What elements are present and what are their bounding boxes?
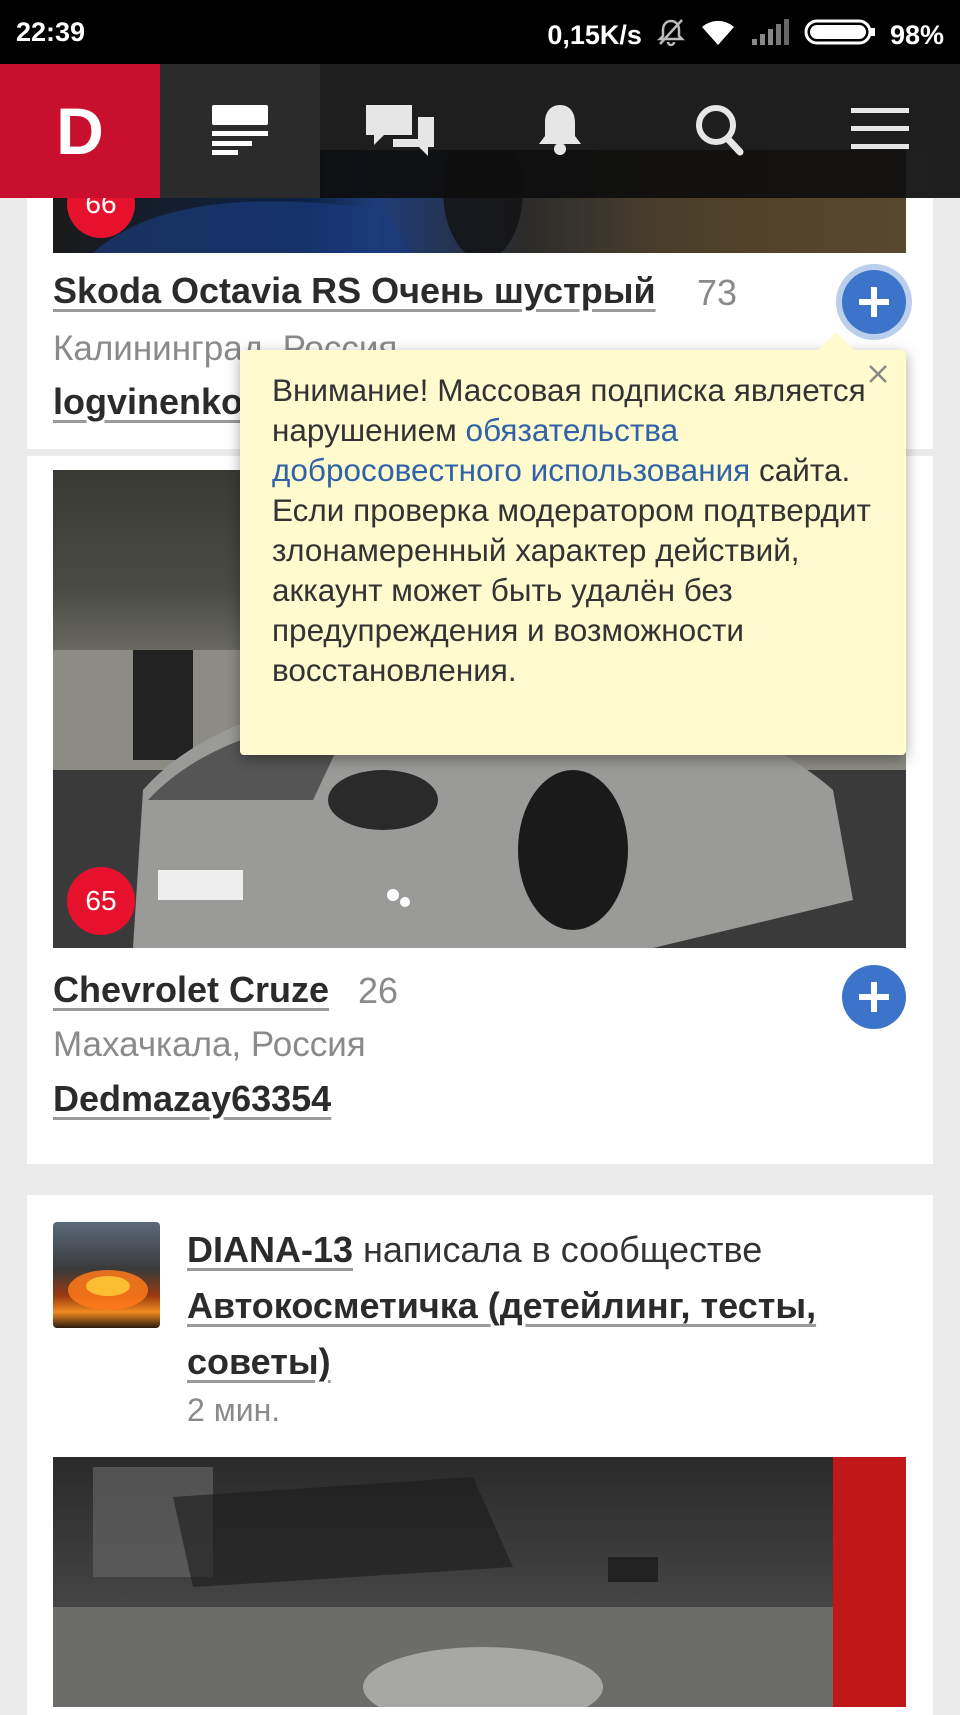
network-speed: 0,15K/s	[547, 20, 642, 50]
post-time: 2 мин.	[187, 1392, 281, 1428]
car-title-link[interactable]: Skoda Octavia RS Очень шустрый	[53, 270, 656, 312]
top-nav-bar: D	[0, 64, 960, 198]
mass-follow-warning-tooltip: Внимание! Массовая подписка является нар…	[240, 332, 906, 755]
nav-menu-button[interactable]	[800, 64, 960, 198]
author-avatar[interactable]	[53, 1222, 160, 1328]
warning-text: Внимание! Массовая подписка является нар…	[272, 370, 872, 690]
close-icon	[867, 363, 889, 390]
follow-button[interactable]	[842, 270, 906, 334]
messages-icon	[364, 101, 436, 162]
plus-icon	[859, 287, 889, 317]
feed-icon	[210, 103, 270, 160]
car-title-link[interactable]: Chevrolet Cruze	[53, 969, 329, 1011]
nav-search-button[interactable]	[640, 64, 800, 198]
owner-link[interactable]: Dedmazay63354	[53, 1078, 331, 1120]
post-photo[interactable]	[53, 1457, 906, 1707]
rating-badge: 65	[67, 867, 135, 935]
logo-button[interactable]: D	[0, 64, 160, 198]
wifi-icon	[700, 17, 736, 54]
nav-notifications-button[interactable]	[480, 64, 640, 198]
owner-link[interactable]: logvinenko	[53, 381, 243, 423]
status-indicators: 0,15K/s 98%	[547, 17, 944, 54]
post-action-text: написала в сообществе	[353, 1229, 763, 1270]
follow-button[interactable]	[842, 965, 906, 1029]
nav-messages-button[interactable]	[320, 64, 480, 198]
author-link[interactable]: DIANA-13	[187, 1229, 353, 1270]
bell-muted-icon	[656, 17, 686, 54]
status-time: 22:39	[16, 17, 86, 47]
community-link[interactable]: Автокосметичка (детейлинг, тесты, советы…	[187, 1285, 816, 1382]
notifications-icon	[536, 101, 584, 162]
follower-count: 26	[358, 970, 399, 1011]
car-location: Махачкала, Россия	[53, 1025, 366, 1064]
signal-icon	[750, 17, 790, 54]
follower-count: 73	[697, 272, 738, 313]
nav-feed-button[interactable]	[160, 64, 320, 198]
close-tooltip-button[interactable]	[860, 358, 896, 394]
post-header: DIANA-13 написала в сообществе Автокосме…	[187, 1222, 887, 1390]
battery-icon	[804, 17, 876, 54]
search-icon	[694, 101, 746, 162]
menu-icon	[851, 106, 909, 157]
status-bar: 22:39 0,15K/s 98%	[0, 0, 960, 64]
battery-percent: 98%	[889, 20, 944, 50]
plus-icon	[859, 982, 889, 1012]
